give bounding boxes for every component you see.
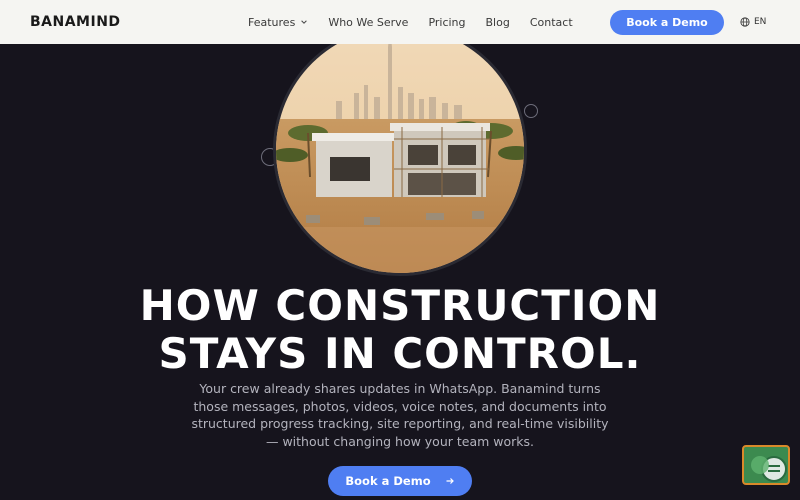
nav-item-blog[interactable]: Blog [486,16,510,29]
hero-image [273,24,527,276]
chat-widget-button[interactable] [742,445,790,485]
top-navbar: BANAMIND Features Who We Serve Pricing B… [0,0,800,44]
hero-title: HOW CONSTRUCTION STAYS IN CONTROL. [0,282,800,378]
language-label: EN [754,17,767,27]
button-label: Book a Demo [345,474,431,488]
chat-widget-icon [751,456,787,482]
construction-site-illustration [276,27,524,273]
nav-item-label: Who We Serve [328,15,409,29]
nav-item-features[interactable]: Features [248,16,308,29]
arrow-right-icon [446,478,454,484]
nav-item-pricing[interactable]: Pricing [428,16,465,29]
book-demo-button-hero[interactable]: Book a Demo [328,466,472,496]
nav-item-who-we-serve[interactable]: Who We Serve [328,16,408,29]
hero-subtitle: Your crew already shares updates in What… [191,381,609,449]
book-demo-button-header[interactable]: Book a Demo [610,10,724,35]
nav-item-label: Blog [485,15,510,29]
chevron-down-icon [301,20,308,24]
nav-item-label: Contact [529,15,573,29]
nav-item-label: Features [248,15,296,29]
nav-item-label: Pricing [428,15,466,29]
hero-title-line: STAYS IN CONTROL. [158,329,642,378]
nav-links: Features Who We Serve Pricing Blog Conta… [248,0,573,44]
logo[interactable]: BANAMIND [30,14,121,30]
decorative-ring [524,104,538,118]
globe-icon [740,17,750,27]
nav-item-contact[interactable]: Contact [530,16,573,29]
language-selector[interactable]: EN [740,0,766,44]
hero-title-line: HOW CONSTRUCTION [139,281,661,330]
